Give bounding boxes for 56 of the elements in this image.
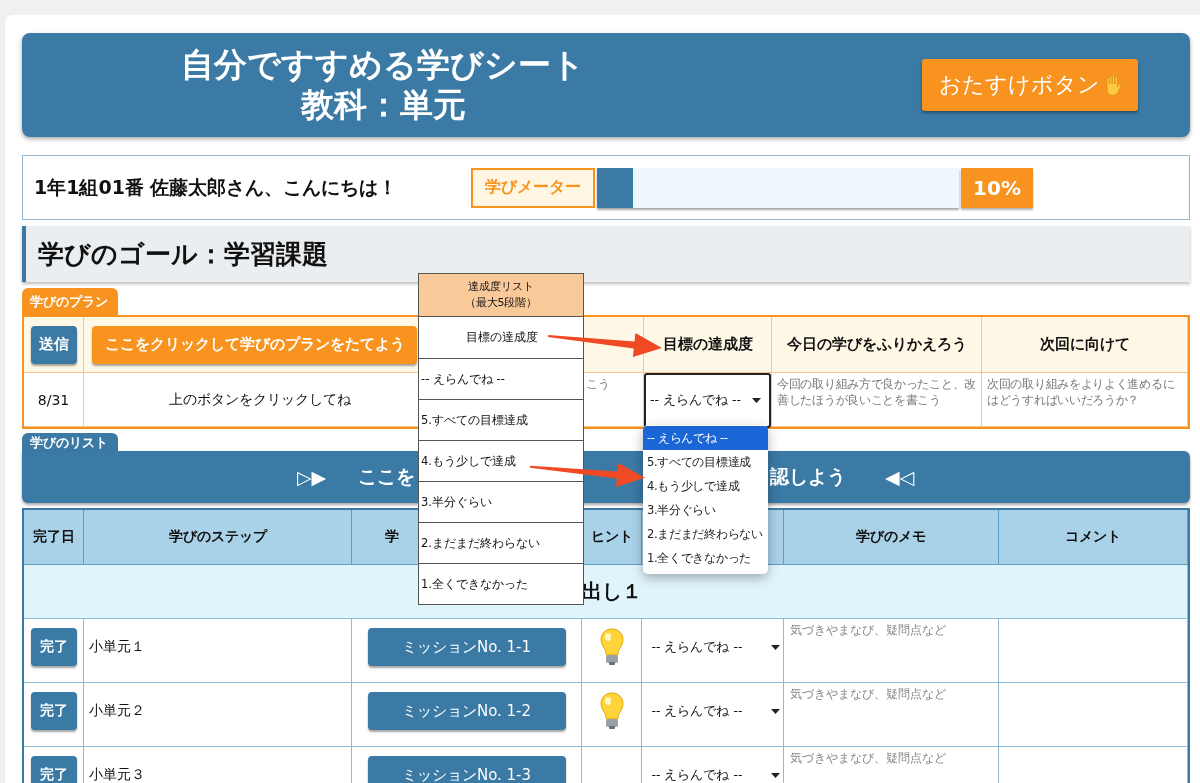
legend-subtitle: （最大5段階） xyxy=(464,295,538,311)
legend-item: 1.全くできなかった xyxy=(419,563,583,604)
column-header: 学びのステップ xyxy=(84,510,352,565)
lightbulb-icon[interactable] xyxy=(598,692,625,730)
dropdown-option[interactable]: 2.まだまだ終わらない xyxy=(643,522,768,546)
dropdown-option[interactable]: 4.もう少しで達成 xyxy=(643,474,768,498)
legend-title: 達成度リスト xyxy=(468,279,534,295)
hand-icon xyxy=(1103,74,1122,96)
send-button[interactable]: 送信 xyxy=(30,325,77,364)
mission-button[interactable]: ミッションNo. 1-3 xyxy=(367,756,566,783)
achievement-select[interactable]: -- えらんでね -- xyxy=(645,638,780,656)
legend-item: 3.半分ぐらい xyxy=(419,481,583,522)
done-button[interactable]: 完了 xyxy=(30,692,77,730)
subject-title: 教科：単元 xyxy=(300,85,466,125)
table-cell: 小単元１ xyxy=(84,619,352,683)
legend-item: 5.すべての目標達成 xyxy=(419,399,583,440)
achievement-select[interactable]: -- えらんでね -- xyxy=(645,766,780,783)
column-header: ヒント xyxy=(582,510,642,565)
lightbulb-icon[interactable] xyxy=(598,628,625,666)
caret-icon xyxy=(752,398,761,403)
dropdown-option[interactable]: 5.すべての目標達成 xyxy=(643,450,768,474)
column-header: 次回に向けて xyxy=(982,317,1188,373)
done-button[interactable]: 完了 xyxy=(30,628,77,666)
column-header: 学びのメモ xyxy=(784,510,999,565)
goal-heading: 学びのゴール：学習課題 xyxy=(22,226,1190,282)
banner-text: ここを xyxy=(358,464,415,489)
table-cell: 小単元２ xyxy=(84,683,352,747)
done-button[interactable]: 完了 xyxy=(30,756,77,783)
greeting-text: 1年1組01番 佐藤太郎さん、こんにちは！ xyxy=(34,174,399,200)
date-cell: 8/31 xyxy=(24,373,84,427)
memo-field[interactable]: 気づきやまなび、疑問点など xyxy=(784,683,999,747)
banner-text: 認しよう xyxy=(770,464,846,489)
caret-icon xyxy=(770,708,780,714)
column-header: 今日の学びをふりかえろう xyxy=(772,317,982,373)
memo-field[interactable]: 気づきやまなび、疑問点など xyxy=(784,619,999,683)
banner-marks: ◀◁ xyxy=(885,466,915,488)
banner-marks: ▷▶ xyxy=(297,466,327,488)
meter-percent: 10% xyxy=(961,167,1033,208)
table-cell: 小単元３ xyxy=(84,747,352,783)
caret-icon xyxy=(770,772,780,778)
column-header: コメント xyxy=(999,510,1188,565)
meter-label: 学びメーター xyxy=(471,167,595,208)
legend-item: 2.まだまだ終わらない xyxy=(419,522,583,563)
column-header: 完了日 xyxy=(24,510,84,565)
page-title: 自分ですすめる学びシート xyxy=(181,45,585,85)
legend-item: -- えらんでね -- xyxy=(419,358,583,399)
reflection-field[interactable]: 今回の取り組み方で良かったこと、改善したほうが良いことを書こう xyxy=(772,373,982,427)
next-step-field[interactable]: 次回の取り組みをよりよく進めるにはどうすればいいだろうか？ xyxy=(982,373,1188,427)
column-header: 目標の達成度 xyxy=(644,317,772,373)
dropdown-option[interactable]: -- えらんでね -- xyxy=(643,426,768,450)
mission-button[interactable]: ミッションNo. 1-2 xyxy=(367,692,566,730)
caret-icon xyxy=(770,644,780,650)
achievement-select[interactable]: -- えらんでね -- xyxy=(645,702,780,720)
mission-button[interactable]: ミッションNo. 1-1 xyxy=(367,628,566,666)
memo-field[interactable]: 気づきやまなび、疑問点など xyxy=(784,747,999,783)
achievement-select[interactable]: -- えらんでね -- xyxy=(644,373,771,428)
